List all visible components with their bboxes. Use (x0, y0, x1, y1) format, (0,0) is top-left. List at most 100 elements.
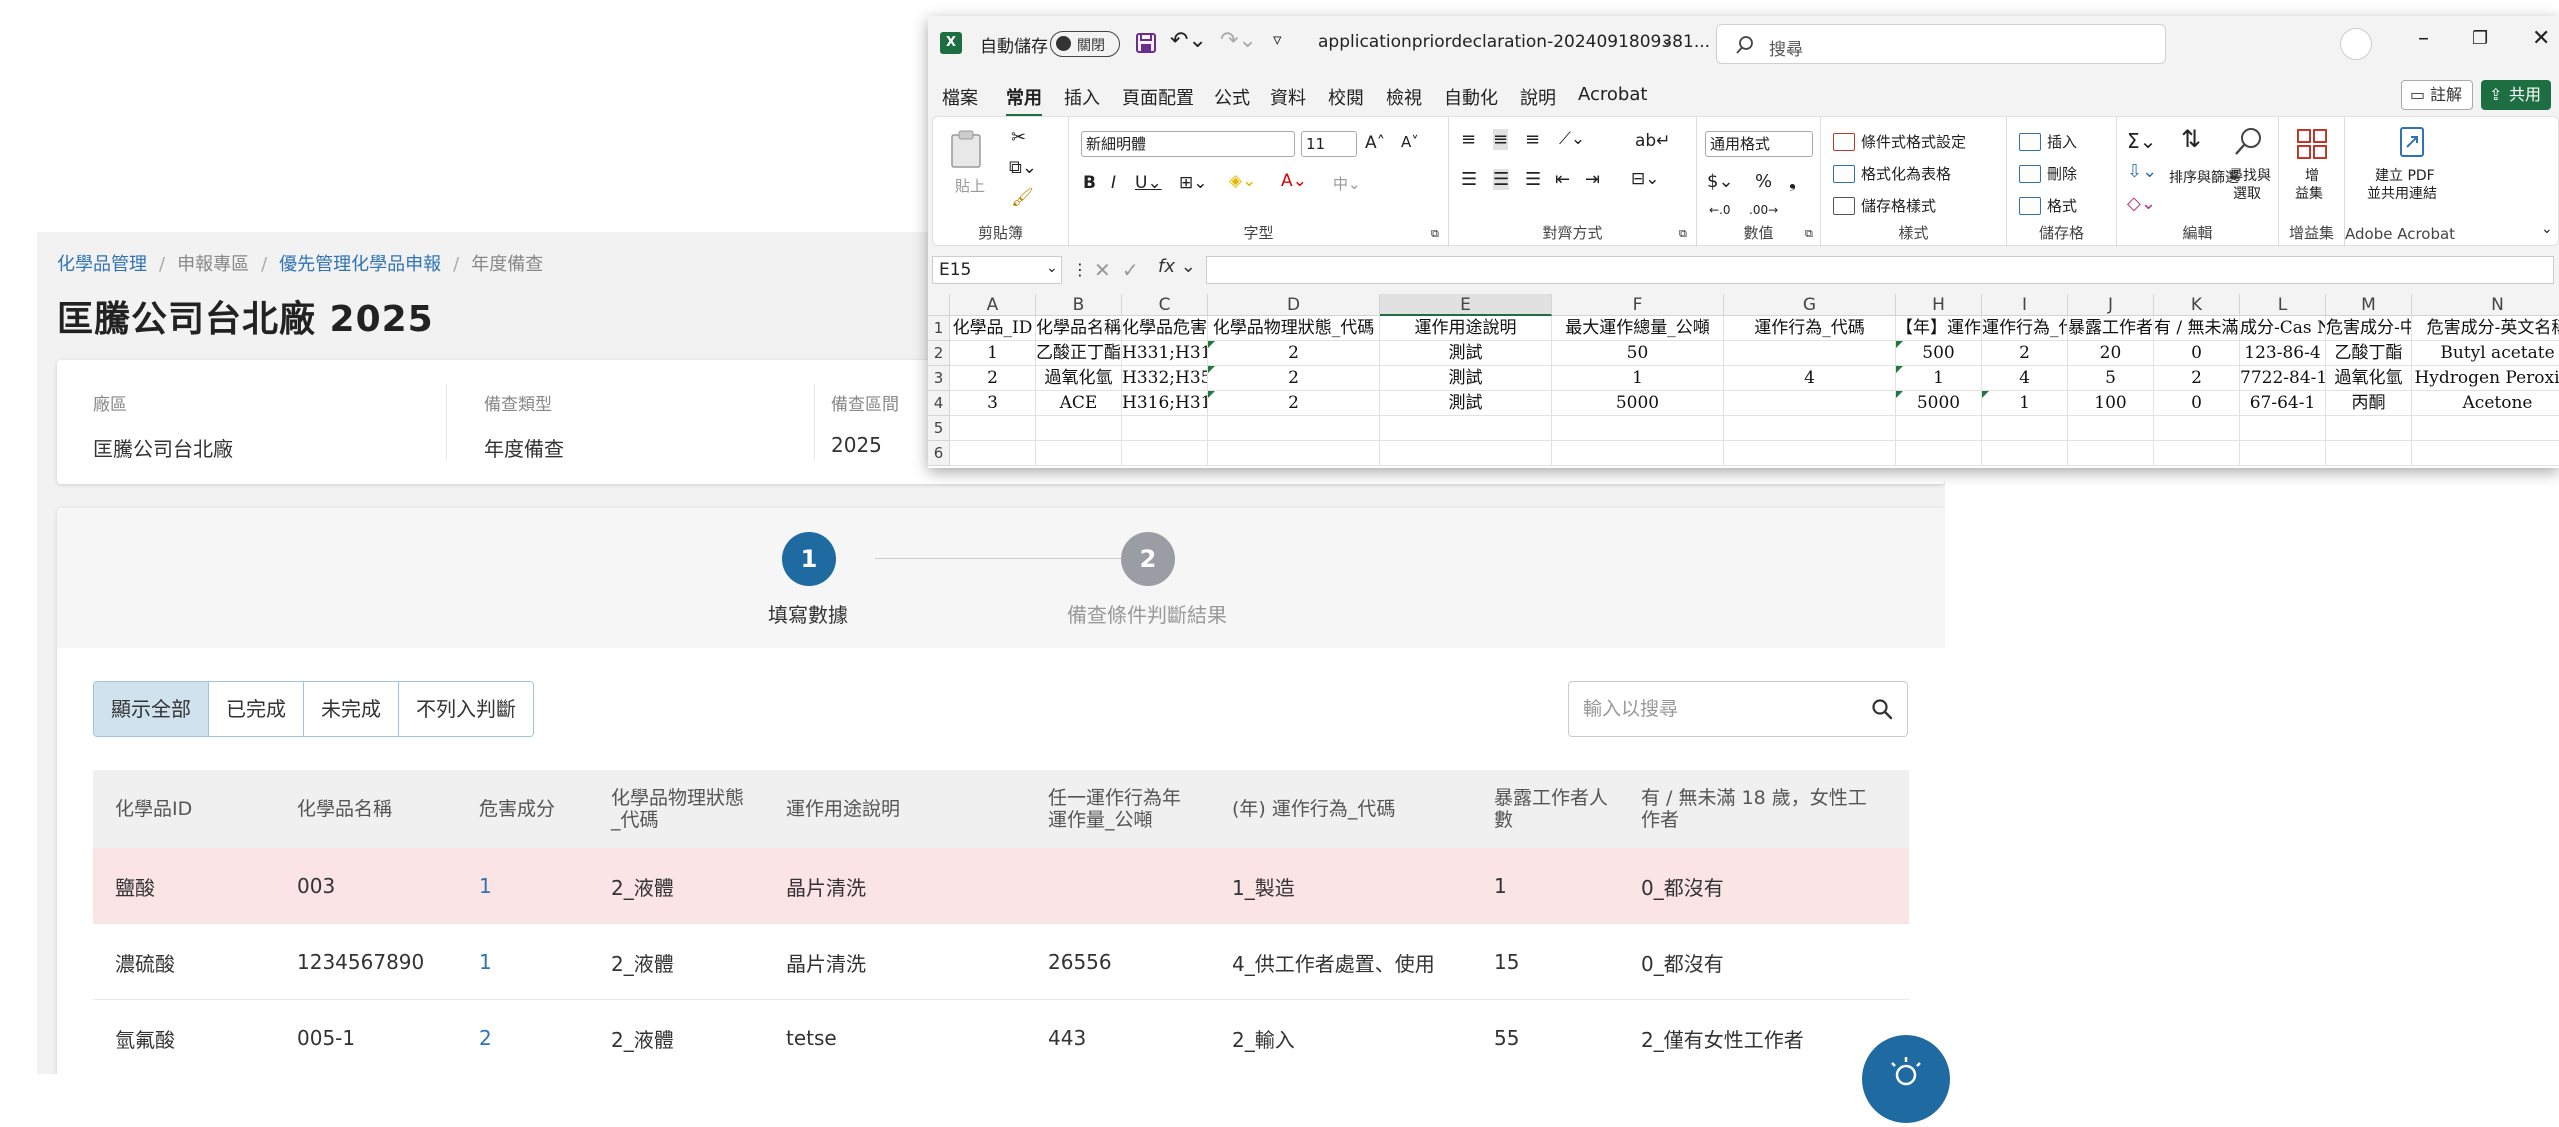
cell-f3[interactable]: 1 (1552, 366, 1724, 391)
create-pdf-label-1[interactable]: 建立 PDF (2375, 165, 2435, 185)
column-header-m[interactable]: M (2326, 294, 2412, 316)
table-row[interactable]: 濃硫酸 1234567890 1 2_液體 晶片清洗 26556 4_供工作者處… (93, 924, 1909, 1000)
tab-review[interactable]: 校閱 (1328, 84, 1364, 110)
cell-l6[interactable] (2240, 441, 2326, 466)
phonetic-icon[interactable]: 中⌄ (1333, 173, 1361, 194)
fill-icon[interactable]: ⇩⌄ (2127, 161, 2157, 182)
align-middle-icon[interactable]: ≡ (1493, 129, 1509, 150)
column-header-j[interactable]: J (2068, 294, 2154, 316)
cell-e5[interactable] (1380, 416, 1552, 441)
cell-j6[interactable] (2068, 441, 2154, 466)
cell-a5[interactable] (950, 416, 1036, 441)
cell-b5[interactable] (1036, 416, 1122, 441)
insert-function-icon[interactable]: fx ⌄ (1158, 256, 1196, 277)
tab-view[interactable]: 檢視 (1386, 84, 1422, 110)
cell-l4[interactable]: 67-64-1 (2240, 391, 2326, 416)
collapse-ribbon-icon[interactable]: ⌄ (2541, 221, 2553, 237)
autosave-toggle[interactable]: 關閉 (1050, 31, 1120, 57)
cancel-entry-icon[interactable]: ✕ (1094, 258, 1111, 282)
cell-hazard-link[interactable]: 1 (479, 924, 492, 1000)
cell-j1[interactable]: 暴露工作者人數 (2068, 316, 2154, 341)
cell-l2[interactable]: 123-86-4 (2240, 341, 2326, 366)
column-header-l[interactable]: L (2240, 294, 2326, 316)
border-icon[interactable]: ⊞⌄ (1179, 173, 1208, 193)
cell-c1[interactable]: 化學品危害分 (1122, 316, 1208, 341)
column-header-n[interactable]: N (2412, 294, 2559, 316)
decrease-decimal-icon[interactable]: .00→ (1749, 203, 1778, 217)
align-left-icon[interactable]: ☰ (1461, 169, 1477, 190)
format-cells-button[interactable]: 格式 (2047, 195, 2077, 216)
font-size-select[interactable]: 11 (1301, 131, 1357, 157)
align-center-icon[interactable]: ☰ (1493, 169, 1510, 190)
cell-i6[interactable] (1982, 441, 2068, 466)
filter-show-all[interactable]: 顯示全部 (94, 682, 209, 736)
cond-format-button[interactable]: 條件式格式設定 (1861, 131, 1966, 152)
cell-f5[interactable] (1552, 416, 1724, 441)
filter-completed[interactable]: 已完成 (209, 682, 304, 736)
addins-label-2[interactable]: 益集 (2295, 183, 2323, 203)
tab-insert[interactable]: 插入 (1064, 84, 1100, 110)
currency-icon[interactable]: $⌄ (1707, 171, 1734, 192)
cell-g5[interactable] (1724, 416, 1896, 441)
breadcrumb-item-chem-mgmt[interactable]: 化學品管理 (57, 254, 147, 275)
step-1-label[interactable]: 填寫數據 (768, 599, 848, 628)
cell-j4[interactable]: 100 (2068, 391, 2154, 416)
cell-m1[interactable]: 危害成分-中文 (2326, 316, 2412, 341)
error-indicator-icon[interactable] (1208, 366, 1215, 373)
cell-i2[interactable]: 2 (1982, 341, 2068, 366)
decrease-font-icon[interactable]: A˅ (1401, 133, 1419, 151)
cell-j2[interactable]: 20 (2068, 341, 2154, 366)
addins-icon[interactable] (2295, 127, 2329, 161)
tab-help[interactable]: 說明 (1520, 84, 1556, 110)
cell-k5[interactable] (2154, 416, 2240, 441)
cell-d2[interactable]: 2 (1208, 341, 1380, 366)
column-header-d[interactable]: D (1208, 294, 1380, 316)
file-name[interactable]: applicationpriordeclaration-202409180938… (1318, 32, 1710, 52)
delete-cells-button[interactable]: 刪除 (2047, 163, 2077, 184)
cell-l5[interactable] (2240, 416, 2326, 441)
row-header-2[interactable]: 2 (928, 341, 950, 366)
table-row[interactable]: 鹽酸 003 1 2_液體 晶片清洗 1_製造 1 0_都沒有 (93, 848, 1909, 924)
decrease-indent-icon[interactable]: ⇤ (1555, 169, 1570, 190)
cell-m3[interactable]: 過氧化氫 (2326, 366, 2412, 391)
cell-i3[interactable]: 4 (1982, 366, 2068, 391)
font-name-select[interactable]: 新細明體 (1081, 131, 1295, 157)
share-button[interactable]: ⇪ 共用 (2481, 80, 2552, 110)
addins-label-1[interactable]: 增 (2305, 165, 2319, 185)
cell-d1[interactable]: 化學品物理狀態_代碼 (1208, 316, 1380, 341)
cell-h2[interactable]: 500 (1896, 341, 1982, 366)
breadcrumb-item-priority-chem[interactable]: 優先管理化學品申報 (279, 254, 441, 275)
wrap-text-icon[interactable]: ab↵ (1635, 131, 1670, 151)
cell-m4[interactable]: 丙酮 (2326, 391, 2412, 416)
cell-a6[interactable] (950, 441, 1036, 466)
error-indicator-icon[interactable] (1208, 391, 1215, 398)
tab-data[interactable]: 資料 (1270, 84, 1306, 110)
cell-m6[interactable] (2326, 441, 2412, 466)
cell-l1[interactable]: 成分-Cas No (2240, 316, 2326, 341)
error-indicator-icon[interactable] (1896, 391, 1903, 398)
tab-page-layout[interactable]: 頁面配置 (1122, 84, 1194, 110)
row-header-1[interactable]: 1 (928, 316, 950, 341)
create-pdf-label-2[interactable]: 並共用連結 (2367, 183, 2437, 203)
tab-home[interactable]: 常用 (1006, 84, 1042, 117)
cell-c4[interactable]: H316;H319;H3 (1122, 391, 1208, 416)
error-indicator-icon[interactable] (1208, 341, 1215, 348)
cell-d3[interactable]: 2 (1208, 366, 1380, 391)
cell-g4[interactable] (1724, 391, 1896, 416)
step-2-label[interactable]: 備查條件判斷結果 (1067, 599, 1227, 628)
filter-excluded[interactable]: 不列入判斷 (399, 682, 533, 736)
cell-d4[interactable]: 2 (1208, 391, 1380, 416)
cell-i5[interactable] (1982, 416, 2068, 441)
cell-hazard-link[interactable]: 1 (479, 848, 492, 924)
confirm-entry-icon[interactable]: ✓ (1122, 258, 1139, 282)
cell-n3[interactable]: Hydrogen Peroxide (2412, 366, 2559, 391)
create-pdf-icon[interactable] (2395, 125, 2429, 159)
cell-k6[interactable] (2154, 441, 2240, 466)
cut-icon[interactable]: ✂ (1011, 127, 1026, 148)
insert-cells-button[interactable]: 插入 (2047, 131, 2077, 152)
help-fab-button[interactable] (1862, 1035, 1950, 1123)
step-2-circle[interactable]: 2 (1121, 532, 1175, 586)
cell-c3[interactable]: H332;H351;H3 (1122, 366, 1208, 391)
cell-k2[interactable]: 0 (2154, 341, 2240, 366)
cell-a2[interactable]: 1 (950, 341, 1036, 366)
